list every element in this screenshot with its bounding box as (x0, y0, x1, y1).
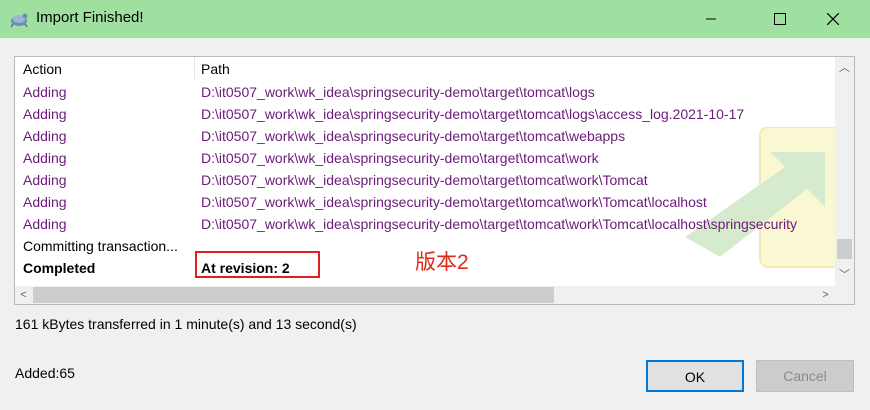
row-action: Adding (23, 194, 67, 210)
title-bar[interactable]: Import Finished! (0, 0, 870, 38)
row-action: Completed (23, 260, 96, 276)
row-action: Adding (23, 172, 67, 188)
row-action: Adding (23, 128, 67, 144)
column-header-action[interactable]: Action (23, 57, 62, 79)
row-path: D:\it0507_work\wk_idea\springsecurity-de… (201, 172, 648, 188)
scroll-left-icon[interactable]: < (15, 287, 32, 303)
tortoise-icon (10, 13, 28, 28)
list-item[interactable]: Adding D:\it0507_work\wk_idea\springsecu… (15, 191, 835, 213)
window-title: Import Finished! (36, 9, 144, 26)
row-path: D:\it0507_work\wk_idea\springsecurity-de… (201, 150, 599, 166)
minimize-button[interactable] (688, 0, 734, 38)
scroll-up-icon[interactable]: ︿ (836, 60, 853, 76)
row-action: Adding (23, 150, 67, 166)
added-count: Added:65 (15, 365, 75, 381)
row-action: Adding (23, 106, 67, 122)
row-action: Committing transaction... (23, 238, 178, 254)
transfer-status: 161 kBytes transferred in 1 minute(s) an… (15, 316, 357, 332)
revision-highlight-box (195, 251, 320, 278)
close-button[interactable] (810, 0, 856, 38)
row-path: D:\it0507_work\wk_idea\springsecurity-de… (201, 84, 595, 100)
scroll-right-icon[interactable]: > (817, 287, 834, 303)
vertical-scroll-thumb[interactable] (837, 239, 852, 259)
row-path: D:\it0507_work\wk_idea\springsecurity-de… (201, 216, 798, 232)
row-action: Adding (23, 216, 67, 232)
row-path: D:\it0507_work\wk_idea\springsecurity-de… (201, 128, 626, 144)
scroll-down-icon[interactable]: ﹀ (836, 267, 853, 283)
horizontal-scrollbar[interactable]: < > (15, 286, 835, 304)
row-action: Adding (23, 84, 67, 100)
row-path: D:\it0507_work\wk_idea\springsecurity-de… (201, 106, 745, 122)
ok-button[interactable]: OK (646, 360, 744, 392)
list-item[interactable]: Adding D:\it0507_work\wk_idea\springsecu… (15, 147, 835, 169)
column-header-path[interactable]: Path (201, 57, 230, 79)
close-icon (827, 13, 839, 25)
maximize-button[interactable] (757, 0, 803, 38)
revision-annotation: 版本2 (415, 251, 469, 274)
list-item[interactable]: Adding D:\it0507_work\wk_idea\springsecu… (15, 103, 835, 125)
list-item[interactable]: Adding D:\it0507_work\wk_idea\springsecu… (15, 213, 835, 235)
import-finished-dialog: Import Finished! Action Path Adding D:\i… (0, 0, 870, 410)
row-path: D:\it0507_work\wk_idea\springsecurity-de… (201, 194, 707, 210)
list-item[interactable]: Adding D:\it0507_work\wk_idea\springsecu… (15, 169, 835, 191)
scroll-corner (835, 286, 854, 304)
cancel-button[interactable]: Cancel (756, 360, 854, 392)
column-divider[interactable] (194, 57, 195, 79)
maximize-icon (774, 13, 786, 25)
minimize-icon (706, 18, 716, 20)
list-item[interactable]: Adding D:\it0507_work\wk_idea\springsecu… (15, 125, 835, 147)
list-item[interactable]: Adding D:\it0507_work\wk_idea\springsecu… (15, 81, 835, 103)
horizontal-scroll-thumb[interactable] (33, 287, 554, 303)
vertical-scrollbar[interactable]: ︿ ﹀ (835, 57, 854, 287)
